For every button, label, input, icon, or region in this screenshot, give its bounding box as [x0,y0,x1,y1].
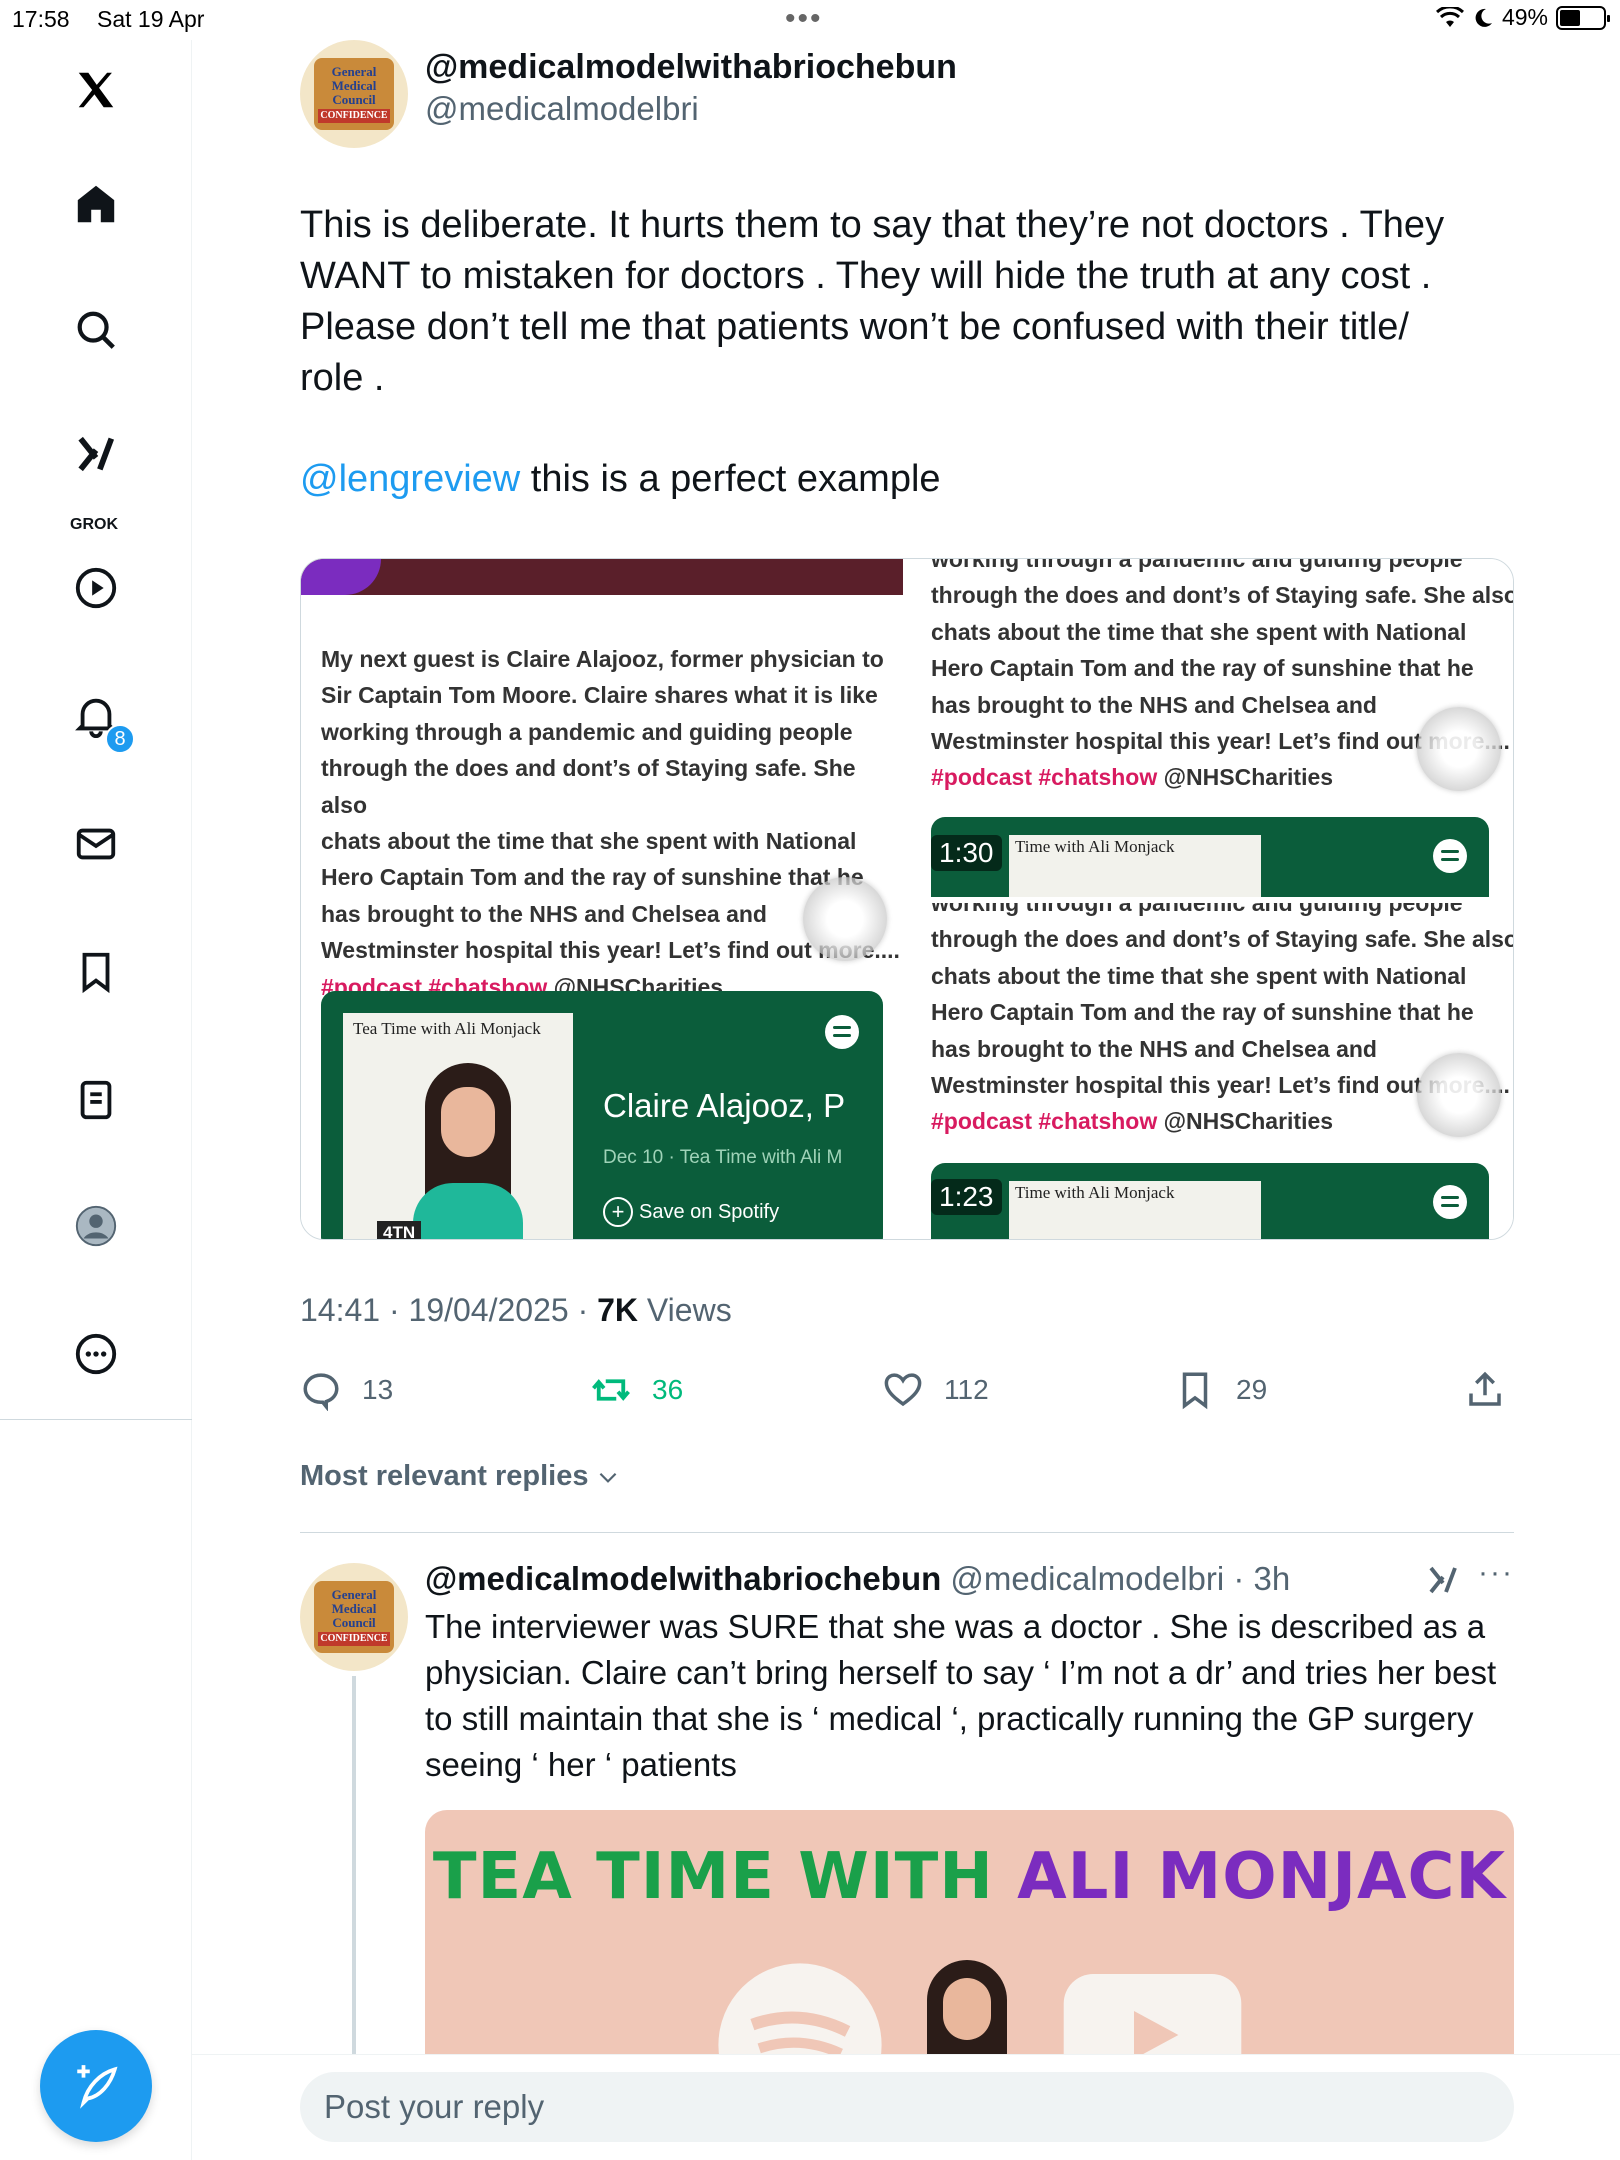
tweet-mention-line: @lengreview this is a perfect example [300,458,941,500]
gmc-logo: General Medical Council CONFIDENCE [314,1581,394,1653]
episode-title: Claire Alajooz, P [603,1087,846,1124]
reply-input[interactable]: Post your reply [300,2072,1514,2142]
reply-more-icon[interactable]: ··· [1478,1556,1514,1590]
heart-icon [884,1373,922,1407]
tweet-actions: 13 36 112 29 [300,1362,1514,1418]
media-1-description: My next guest is Claire Alajooz, former … [321,646,900,1000]
media-image-2[interactable]: working through a pandemic and guiding p… [909,559,1513,897]
tweet-text: This is deliberate. It hurts them to say… [300,204,1445,399]
notifications-badge: 8 [105,724,135,754]
repost-icon [592,1379,630,1401]
share-icon [1469,1371,1501,1406]
reply-author-avatar[interactable]: General Medical Council CONFIDENCE [300,1563,408,1671]
video-duration: 1:23 [931,1179,1002,1215]
thread-line [352,1676,356,2056]
author-handle[interactable]: @medicalmodelbri [425,90,699,128]
reply-media-title: TEA TIME WITH ALI MONJACK [432,1840,1507,1914]
status-time: 17:58 [12,6,70,32]
battery-percent: 49% [1501,4,1548,30]
home-icon[interactable] [66,174,126,234]
sidebar: GROK 8 [0,40,192,2160]
lists-icon[interactable] [66,1070,126,1130]
guest-photo [413,1063,523,1239]
media-image-1[interactable]: My next guest is Claire Alajooz, former … [301,559,903,1239]
reply-text: The interviewer was SURE that she was a … [425,1608,1497,1783]
battery-icon [1556,5,1610,30]
messages-envelope-icon[interactable] [66,814,126,874]
status-bar: 17:58 Sat 19 Apr ••• 49% [0,0,1620,40]
author-avatar[interactable]: General Medical Council CONFIDENCE [300,40,408,148]
save-on-spotify[interactable]: Save on Spotify [639,1201,779,1224]
video-duration: 1:30 [931,835,1002,871]
podcast-cover: Time with Ali Monjack [1009,835,1261,897]
x-logo-icon[interactable] [66,60,126,120]
spotify-icon [825,1015,859,1049]
reply-bubble-icon [303,1373,339,1411]
replies-sort-dropdown[interactable]: Most relevant replies [300,1460,621,1493]
bookmark-count: 29 [1236,1374,1268,1405]
4tn-badge: 4TN [377,1221,422,1239]
grok-icon[interactable] [66,424,126,484]
spotify-icon [1433,839,1467,873]
multitask-dots[interactable]: ••• [785,2,823,36]
bookmark-icon[interactable] [66,942,126,1002]
wifi-icon [1435,6,1464,27]
reply-header: @medicalmodelwithabriochebun @medicalmod… [425,1560,1290,1598]
bookmark-icon [1182,1372,1208,1410]
repost-count: 36 [652,1374,684,1405]
reply-button[interactable]: 13 [300,1362,393,1418]
compose-post-button[interactable] [40,2030,152,2142]
spotify-card[interactable]: Time with Ali Monjack [931,1163,1489,1239]
section-divider [300,1532,1514,1533]
tweet-media-grid: My next guest is Claire Alajooz, former … [300,558,1514,1240]
moon-icon [1475,8,1492,27]
profile-avatar-icon[interactable] [66,1196,126,1256]
views-count: 7K [597,1292,639,1328]
grok-icon[interactable] [1425,1562,1461,1598]
like-button[interactable]: 112 [882,1362,989,1418]
episode-subtitle: Dec 10 · Tea Time with Ali M [603,1147,843,1168]
plus-icon: + [603,1197,633,1227]
bookmark-button[interactable]: 29 [1174,1362,1267,1418]
tweet-timestamp[interactable]: 14:41 · 19/04/2025 · [300,1292,597,1328]
gmc-logo: General Medical Council CONFIDENCE [314,58,394,130]
spotify-logo-icon [718,1963,882,2060]
podcast-cover: Time with Ali Monjack [1009,1181,1261,1239]
sidebar-divider [0,1419,192,1420]
reply-author-name[interactable]: @medicalmodelwithabriochebun [425,1560,941,1597]
tweet-meta: 14:41 · 19/04/2025 · 7K Views [300,1292,732,1328]
status-date: Sat 19 Apr [97,6,205,32]
media-image-3[interactable]: working through a pandemic and guiding p… [909,903,1513,1239]
share-button[interactable] [1464,1362,1506,1418]
like-count: 112 [944,1374,989,1405]
reply-media-image[interactable]: TEA TIME WITH ALI MONJACK [425,1810,1514,2060]
reply-count: 13 [362,1374,394,1405]
reply-handle-time[interactable]: @medicalmodelbri · 3h [941,1560,1290,1597]
mention-link[interactable]: @lengreview [300,458,520,500]
scrubber-handle[interactable] [1417,1053,1501,1137]
scrubber-handle[interactable] [803,877,887,961]
compose-feather-icon [77,2065,118,2109]
status-right: 49% [1435,4,1610,31]
video-icon[interactable] [66,558,126,618]
more-circle-icon[interactable] [66,1324,126,1384]
author-name[interactable]: @medicalmodelwithabriochebun [425,48,957,87]
spotify-card[interactable]: Tea Time with Ali Monjack 4TN Claire Ala… [321,991,883,1239]
youtube-logo-icon [1063,1973,1242,2060]
podcast-cover: Tea Time with Ali Monjack 4TN [343,1013,573,1239]
host-photo [917,1960,1017,2060]
repost-button[interactable]: 36 [590,1362,683,1418]
grok-label: GROK [70,516,118,533]
chevron-down-icon [599,1472,616,1483]
search-icon[interactable] [66,300,126,360]
image-top-band [301,559,903,595]
spotify-card[interactable]: Time with Ali Monjack [931,817,1489,897]
scrubber-handle[interactable] [1417,707,1501,791]
spotify-icon [1433,1185,1467,1219]
